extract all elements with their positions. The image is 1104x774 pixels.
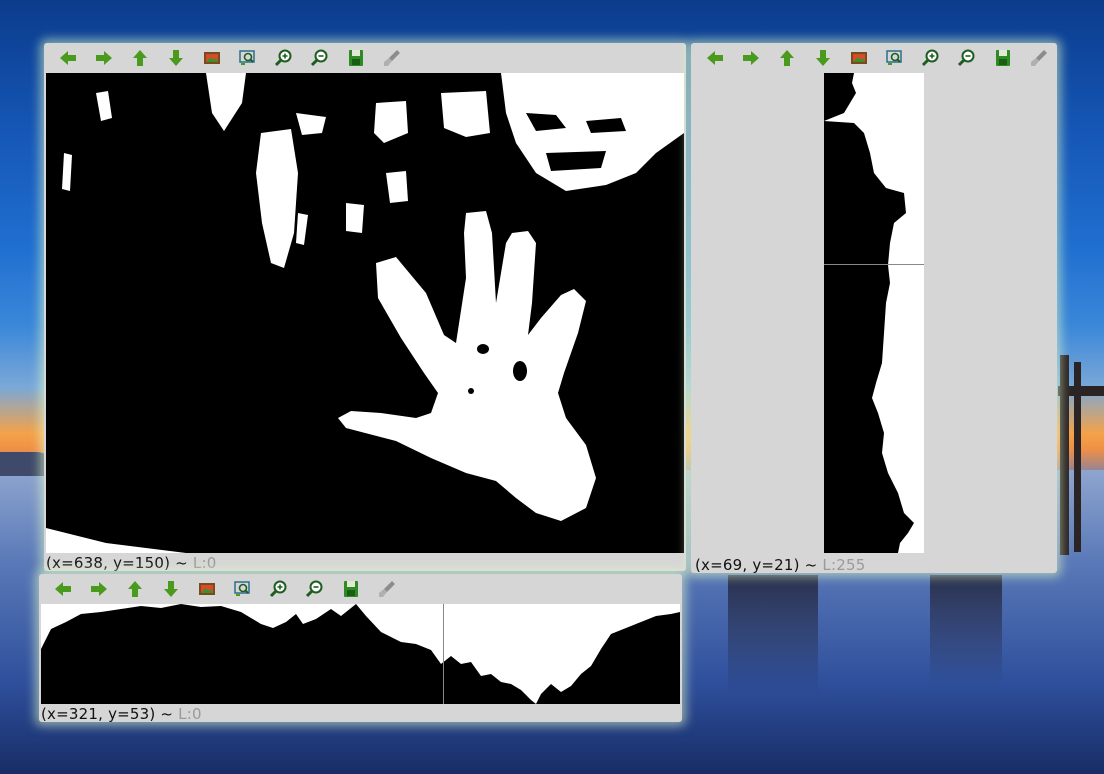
main-status-bar: (x=638, y=150) ~ L:0 <box>46 554 216 572</box>
pan-down-button[interactable] <box>805 43 841 73</box>
arrow-right-icon <box>88 578 110 600</box>
horizontal-projection-canvas[interactable] <box>41 604 680 704</box>
save-button[interactable] <box>338 43 374 73</box>
pan-down-button[interactable] <box>158 43 194 73</box>
zoom-in-icon <box>268 578 290 600</box>
properties-button[interactable] <box>1021 43 1057 73</box>
desktop-wallpaper-reflection <box>930 575 1002 685</box>
pan-left-button[interactable] <box>697 43 733 73</box>
status-pixel-value: L:0 <box>173 705 202 723</box>
arrow-down-icon <box>165 47 187 69</box>
zoom-out-button[interactable] <box>302 43 338 73</box>
zoom-in-button[interactable] <box>266 43 302 73</box>
arrow-left-icon <box>57 47 79 69</box>
fit-image-button[interactable] <box>189 574 225 604</box>
image-toolbar <box>44 43 686 73</box>
pan-right-button[interactable] <box>81 574 117 604</box>
brush-icon <box>376 578 398 600</box>
desktop-wallpaper-pier-post <box>1060 355 1069 555</box>
pan-left-button[interactable] <box>45 574 81 604</box>
pan-up-button[interactable] <box>122 43 158 73</box>
arrow-left-icon <box>704 47 726 69</box>
fit-image-button[interactable] <box>194 43 230 73</box>
pan-right-button[interactable] <box>86 43 122 73</box>
zoom-region-button[interactable] <box>225 574 261 604</box>
brush-icon <box>381 47 403 69</box>
zoom-out-icon <box>956 47 978 69</box>
pan-right-button[interactable] <box>733 43 769 73</box>
image-icon <box>196 578 218 600</box>
binary-image-canvas[interactable] <box>46 73 684 553</box>
arrow-up-icon <box>124 578 146 600</box>
zoom-in-button[interactable] <box>261 574 297 604</box>
zoom-in-button[interactable] <box>913 43 949 73</box>
status-coordinates: (x=638, y=150) ~ <box>46 554 188 572</box>
zoom-region-icon <box>884 47 906 69</box>
projection-cursor-line <box>824 264 924 265</box>
save-icon <box>345 47 367 69</box>
pan-down-button[interactable] <box>153 574 189 604</box>
vertical-projection-plot <box>824 73 914 553</box>
arrow-up-icon <box>776 47 798 69</box>
vertical-status-bar: (x=69, y=21) ~ L:255 <box>695 556 865 574</box>
zoom-out-icon <box>304 578 326 600</box>
zoom-region-button[interactable] <box>230 43 266 73</box>
save-button[interactable] <box>985 43 1021 73</box>
properties-button[interactable] <box>369 574 405 604</box>
horizontal-status-bar: (x=321, y=53) ~ L:0 <box>41 705 202 723</box>
vertical-projection-window[interactable]: (x=69, y=21) ~ L:255 <box>691 43 1057 574</box>
image-icon <box>848 47 870 69</box>
zoom-region-button[interactable] <box>877 43 913 73</box>
save-icon <box>992 47 1014 69</box>
main-image-window[interactable]: (x=638, y=150) ~ L:0 <box>44 43 686 572</box>
zoom-region-icon <box>232 578 254 600</box>
status-coordinates: (x=69, y=21) ~ <box>695 556 818 574</box>
status-pixel-value: L:255 <box>817 556 866 574</box>
zoom-region-icon <box>237 47 259 69</box>
arrow-down-icon <box>812 47 834 69</box>
horizontal-projection-window[interactable]: (x=321, y=53) ~ L:0 <box>39 574 682 723</box>
desktop-wallpaper-reflection <box>728 575 818 695</box>
pan-left-button[interactable] <box>50 43 86 73</box>
fit-image-button[interactable] <box>841 43 877 73</box>
image-toolbar <box>39 574 682 604</box>
image-toolbar <box>691 43 1057 73</box>
save-icon <box>340 578 362 600</box>
arrow-up-icon <box>129 47 151 69</box>
arrow-right-icon <box>740 47 762 69</box>
arrow-right-icon <box>93 47 115 69</box>
brush-icon <box>1028 47 1050 69</box>
projection-cursor-line <box>443 604 444 704</box>
arrow-left-icon <box>52 578 74 600</box>
desktop-wallpaper-pier-beam <box>1058 386 1104 396</box>
binary-hand-image <box>46 73 684 553</box>
image-icon <box>201 47 223 69</box>
status-coordinates: (x=321, y=53) ~ <box>41 705 174 723</box>
zoom-out-button[interactable] <box>297 574 333 604</box>
zoom-in-icon <box>920 47 942 69</box>
vertical-projection-canvas[interactable] <box>824 73 924 553</box>
horizontal-projection-plot <box>41 604 680 704</box>
arrow-down-icon <box>160 578 182 600</box>
zoom-out-icon <box>309 47 331 69</box>
zoom-out-button[interactable] <box>949 43 985 73</box>
save-button[interactable] <box>333 574 369 604</box>
status-pixel-value: L:0 <box>187 554 217 572</box>
pan-up-button[interactable] <box>117 574 153 604</box>
properties-button[interactable] <box>374 43 410 73</box>
zoom-in-icon <box>273 47 295 69</box>
pan-up-button[interactable] <box>769 43 805 73</box>
